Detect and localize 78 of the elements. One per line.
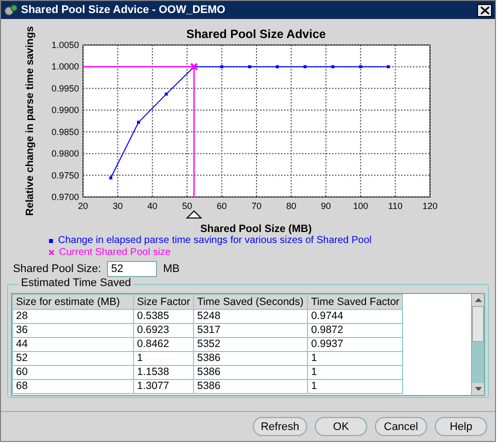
point: [248, 65, 252, 68]
slider-handle[interactable]: [186, 210, 202, 218]
table-cell: 0.9744: [308, 310, 403, 324]
scroll-thumb[interactable]: [472, 306, 484, 342]
x-tick-label: 70: [252, 201, 262, 211]
y-tick-label: 0.9750: [51, 170, 79, 180]
chart-title: Shared Pool Size Advice: [186, 27, 326, 41]
table-cell: 5386: [194, 380, 308, 394]
table-cell: 5248: [194, 310, 308, 324]
table-cell: 68: [12, 380, 134, 394]
column-header[interactable]: Time Saved Factor: [308, 294, 403, 310]
column-header[interactable]: Time Saved (Seconds): [194, 294, 308, 310]
table-cell: 0.9872: [308, 324, 403, 338]
point: [359, 65, 362, 68]
legend-label: Current Shared Pool size: [59, 247, 171, 258]
table-cell: 0.8462: [134, 338, 194, 352]
table-cell: 5386: [194, 366, 308, 380]
y-tick-label: 1.0000: [51, 62, 79, 72]
unit-label: MB: [163, 263, 180, 275]
close-button[interactable]: [477, 4, 492, 16]
point: [276, 65, 279, 68]
point: [304, 65, 307, 68]
table-cell: 1: [308, 380, 403, 394]
y-tick-label: 1.0050: [51, 40, 79, 50]
point: [220, 65, 224, 68]
y-tick-label: 0.9800: [51, 148, 79, 159]
y-tick-label: 0.9700: [51, 192, 79, 202]
table-cell: 0.9937: [308, 338, 403, 352]
dialog-button[interactable]: Help: [435, 417, 487, 436]
table-cell: 5386: [194, 352, 308, 366]
legend-marker-icon: [49, 238, 53, 242]
y-tick-label: 0.9850: [51, 126, 79, 137]
table-cell: 1: [308, 352, 403, 366]
table-cell: 5317: [194, 324, 308, 338]
x-tick-label: 50: [182, 201, 192, 211]
table-cell: 1.1538: [134, 366, 194, 380]
app-icon: [4, 4, 18, 16]
table-cell: 0.5385: [134, 310, 194, 324]
table-cell: 36: [12, 324, 134, 338]
table-cell: 1: [308, 366, 403, 380]
y-axis-label: Relative change in parse time savings: [24, 26, 36, 216]
group-title: Estimated Time Saved: [18, 277, 134, 289]
dialog-button[interactable]: Refresh: [253, 417, 307, 436]
column-header[interactable]: Size Factor: [134, 294, 194, 310]
dialog-button[interactable]: Cancel: [375, 417, 427, 436]
point: [109, 176, 112, 180]
y-tick-label: 0.9950: [51, 83, 79, 94]
y-tick-label: 0.9900: [51, 105, 79, 116]
window-title: Shared Pool Size Advice - OOW_DEMO: [21, 4, 226, 16]
x-tick-label: 40: [147, 201, 158, 211]
table-cell: 44: [12, 338, 134, 352]
column-header[interactable]: Size for estimate (MB): [12, 294, 134, 310]
dialog-button[interactable]: OK: [315, 417, 367, 436]
x-tick-label: 110: [388, 201, 402, 211]
table-cell: 52: [12, 352, 134, 366]
size-input-field[interactable]: 52: [107, 261, 158, 277]
x-tick-label: 100: [353, 201, 368, 211]
point: [386, 65, 390, 68]
table-cell: 60: [12, 366, 134, 380]
table-cell: 1.3077: [134, 380, 194, 394]
scrollbar[interactable]: [471, 294, 484, 395]
table-cell: 1: [134, 352, 194, 366]
table-cell: 28: [12, 310, 134, 324]
legend-label: Change in elapsed parse time savings for various sizes of Shared Pool: [58, 235, 372, 246]
point: [331, 65, 334, 68]
table-cell: 5352: [194, 338, 308, 352]
x-tick-label: 20: [78, 201, 88, 211]
legend-cross-icon: [49, 250, 54, 255]
field-label: Shared Pool Size:: [13, 263, 102, 275]
x-tick-label: 60: [216, 201, 227, 211]
point: [164, 92, 168, 96]
point: [137, 120, 140, 124]
x-tick-label: 80: [286, 201, 296, 211]
x-tick-label: 120: [422, 201, 438, 211]
x-tick-label: 30: [112, 201, 123, 211]
table-cell: 0.6923: [134, 324, 194, 338]
x-axis-label: Shared Pool Size (MB): [200, 223, 312, 235]
x-tick-label: 90: [320, 201, 331, 211]
